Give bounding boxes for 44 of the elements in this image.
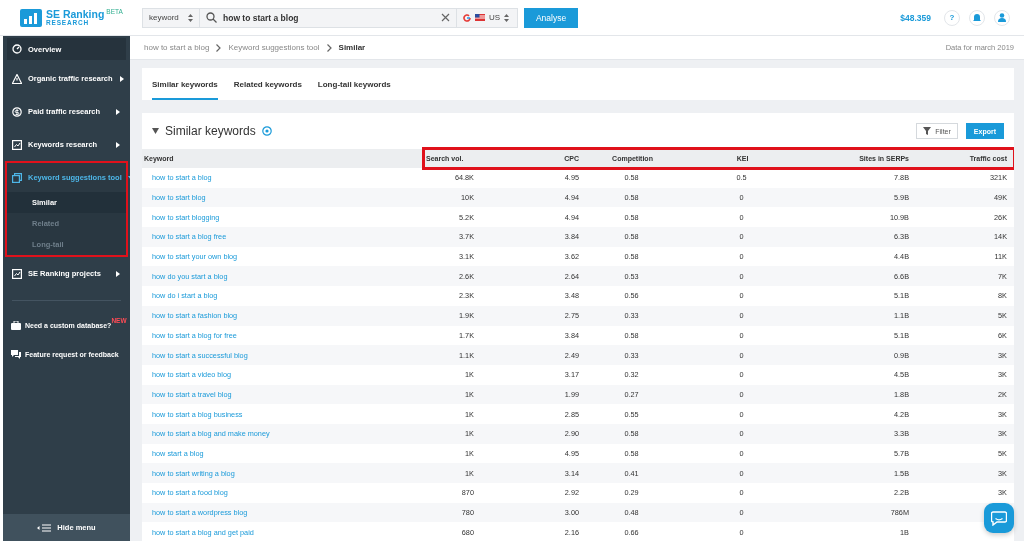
help-icon[interactable] <box>261 126 272 136</box>
speech-bubbles-icon <box>11 350 21 359</box>
caret-right-icon <box>118 75 125 82</box>
collapse-triangle-icon[interactable] <box>152 128 159 134</box>
breadcrumb-link[interactable]: Keyword suggestions tool <box>228 43 320 52</box>
caret-right-icon <box>115 270 121 277</box>
bell-icon <box>973 13 981 22</box>
warning-icon <box>12 73 22 84</box>
g-letter-icon <box>463 13 471 22</box>
caret-right-icon <box>115 141 121 148</box>
dollar-icon <box>12 106 22 117</box>
chart-icon <box>12 139 22 150</box>
tab[interactable]: Similar keywords <box>152 68 218 100</box>
updown-icon <box>504 13 510 22</box>
collapse-menu-icon <box>37 523 52 532</box>
stacked-pages-icon <box>12 172 22 183</box>
user-icon <box>998 13 1006 22</box>
tab[interactable]: Related keywords <box>233 68 302 100</box>
help-button[interactable]: ? <box>944 9 960 26</box>
chevron-right-icon <box>326 43 332 52</box>
section-title: Similar keywords <box>165 124 256 138</box>
chat-button[interactable] <box>984 503 1014 533</box>
chevron-right-icon <box>216 43 222 52</box>
breadcrumb-link[interactable]: how to start a blog <box>144 43 210 52</box>
analyse-button[interactable]: Analyse <box>524 7 578 28</box>
search-type-select[interactable]: keyword <box>142 7 200 28</box>
search-field[interactable]: how to start a blog <box>200 7 456 28</box>
updown-icon <box>188 13 193 22</box>
user-button[interactable] <box>994 9 1010 26</box>
notifications-button[interactable] <box>969 9 985 26</box>
chart-icon <box>12 268 22 279</box>
bar-chart-logo-icon <box>20 8 42 27</box>
region-select[interactable]: US <box>456 7 518 28</box>
account-balance[interactable]: $48.359 <box>900 12 931 23</box>
chat-icon <box>991 510 1007 526</box>
briefcase-icon <box>11 321 21 330</box>
clear-icon[interactable] <box>441 13 450 22</box>
caret-right-icon <box>115 108 121 115</box>
tab[interactable]: Long-tail keywords <box>317 68 391 100</box>
search-icon <box>206 12 217 23</box>
flag-icon <box>475 14 485 21</box>
gauge-icon <box>12 44 22 54</box>
funnel-icon <box>923 127 932 135</box>
logo-name: SE Ranking <box>46 9 105 20</box>
